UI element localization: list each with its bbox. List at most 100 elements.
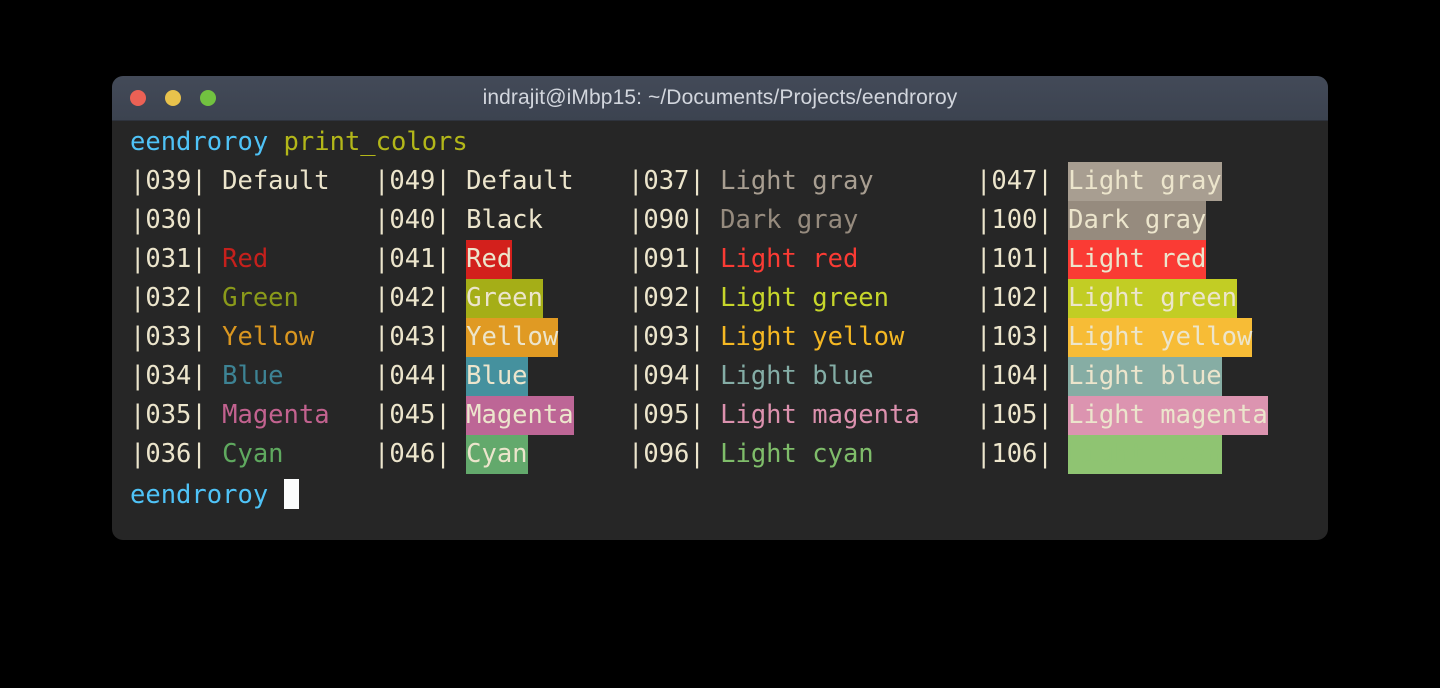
- cell-separator: [451, 361, 466, 391]
- color-code: |046|: [374, 439, 451, 469]
- color-label: Light red: [1068, 240, 1207, 279]
- table-row: |039| Default |049| Default |037| Light gr…: [112, 162, 1328, 201]
- color-code: |091|: [628, 244, 705, 274]
- color-code: |041|: [374, 244, 451, 274]
- color-label: Blue: [222, 361, 284, 391]
- minimize-icon[interactable]: [165, 90, 181, 106]
- color-table: |039| Default |049| Default |037| Light gr…: [112, 162, 1328, 474]
- color-cell: |040| Black: [374, 201, 543, 240]
- color-code: |032|: [130, 283, 207, 313]
- cell-separator: [451, 205, 466, 235]
- color-label: Light blue: [720, 361, 874, 391]
- color-code: |034|: [130, 361, 207, 391]
- prompt-space-last: [268, 480, 283, 510]
- cell-separator: [1053, 361, 1068, 391]
- color-cell: |043| Yellow: [374, 318, 559, 357]
- color-cell: |095| Light magenta: [628, 396, 920, 435]
- color-code: |095|: [628, 400, 705, 430]
- color-cell: |047| Light gray: [976, 162, 1222, 201]
- color-code: |101|: [976, 244, 1053, 274]
- table-row: |032| Green |042| Green |092| Light green |…: [112, 279, 1328, 318]
- color-cell: |102| Light green: [976, 279, 1238, 318]
- window-title: indrajit@iMbp15: ~/Documents/Projects/ee…: [482, 86, 958, 109]
- prompt-user-last: eendroroy: [130, 480, 269, 510]
- cell-separator: [451, 166, 466, 196]
- color-cell: |096| Light cyan: [628, 435, 874, 474]
- color-label: Default: [222, 166, 330, 196]
- color-label: Default: [466, 166, 574, 196]
- title-bar[interactable]: indrajit@iMbp15: ~/Documents/Projects/ee…: [112, 76, 1328, 121]
- color-label: Green: [466, 279, 543, 318]
- color-cell: |104| Light blue: [976, 357, 1222, 396]
- table-row: |031| Red |041| Red |091| Light red |101| L…: [112, 240, 1328, 279]
- cell-separator: [1053, 205, 1068, 235]
- table-row: |036| Cyan |046| Cyan |096| Light cyan |106…: [112, 435, 1328, 474]
- color-cell: |106| Light cyan: [976, 435, 1222, 474]
- cell-separator: [451, 283, 466, 313]
- cell-separator: [207, 439, 222, 469]
- terminal-window: indrajit@iMbp15: ~/Documents/Projects/ee…: [112, 76, 1328, 540]
- color-code: |047|: [976, 166, 1053, 196]
- color-code: |036|: [130, 439, 207, 469]
- color-label: Light yellow: [720, 322, 905, 352]
- command-line-last[interactable]: eendroroy: [130, 476, 299, 515]
- color-cell: |032| Green: [130, 279, 299, 318]
- color-code: |105|: [976, 400, 1053, 430]
- table-row: |030| |040| Black |090| Dark gray |100| Da…: [112, 201, 1328, 240]
- color-cell: |090| Dark gray: [628, 201, 858, 240]
- color-code: |103|: [976, 322, 1053, 352]
- color-code: |093|: [628, 322, 705, 352]
- cell-separator: [1053, 322, 1068, 352]
- color-cell: |037| Light gray: [628, 162, 874, 201]
- color-cell: |103| Light yellow: [976, 318, 1253, 357]
- cell-separator: [1053, 244, 1068, 274]
- color-label: Light gray: [720, 166, 874, 196]
- terminal-body[interactable]: eendroroy print_colors |039| Default |049…: [112, 121, 1328, 540]
- cell-separator: [705, 283, 720, 313]
- color-code: |040|: [374, 205, 451, 235]
- color-label: Light red: [720, 244, 859, 274]
- cell-separator: [1053, 283, 1068, 313]
- color-cell: |092| Light green: [628, 279, 889, 318]
- close-icon[interactable]: [130, 90, 146, 106]
- color-label: Red: [222, 244, 269, 274]
- cell-separator: [705, 439, 720, 469]
- desktop-background: indrajit@iMbp15: ~/Documents/Projects/ee…: [0, 0, 1440, 688]
- cell-separator: [207, 205, 222, 235]
- color-cell: |039| Default: [130, 162, 330, 201]
- color-code: |049|: [374, 166, 451, 196]
- color-cell: |093| Light yellow: [628, 318, 904, 357]
- color-code: |100|: [976, 205, 1053, 235]
- color-code: |096|: [628, 439, 705, 469]
- color-label: Light cyan: [720, 439, 874, 469]
- color-cell: |031| Red: [130, 240, 268, 279]
- command-line-first: eendroroy print_colors: [130, 123, 468, 162]
- color-cell: |094| Light blue: [628, 357, 874, 396]
- cell-separator: [451, 439, 466, 469]
- table-row: |035| Magenta |045| Magenta |095| Light ma…: [112, 396, 1328, 435]
- table-row: |033| Yellow |043| Yellow |093| Light yell…: [112, 318, 1328, 357]
- window-controls: [130, 76, 216, 120]
- color-label: Light magenta: [720, 400, 920, 430]
- color-code: |042|: [374, 283, 451, 313]
- cell-separator: [705, 322, 720, 352]
- color-label: Dark gray: [720, 205, 859, 235]
- color-label: Magenta: [466, 396, 574, 435]
- text-cursor: [283, 479, 299, 509]
- color-code: |043|: [374, 322, 451, 352]
- color-code: |037|: [628, 166, 705, 196]
- cell-separator: [1053, 439, 1068, 469]
- color-label: Light green: [720, 283, 890, 313]
- color-cell: |049| Default: [374, 162, 574, 201]
- color-cell: |035| Magenta: [130, 396, 330, 435]
- maximize-icon[interactable]: [200, 90, 216, 106]
- color-cell: |034| Blue: [130, 357, 284, 396]
- color-code: |090|: [628, 205, 705, 235]
- cell-separator: [207, 244, 222, 274]
- color-code: |104|: [976, 361, 1053, 391]
- color-label: Black: [466, 205, 543, 235]
- color-label: Yellow: [466, 318, 559, 357]
- color-label: Light yellow: [1068, 318, 1253, 357]
- color-label: Red: [466, 240, 513, 279]
- cell-separator: [207, 322, 222, 352]
